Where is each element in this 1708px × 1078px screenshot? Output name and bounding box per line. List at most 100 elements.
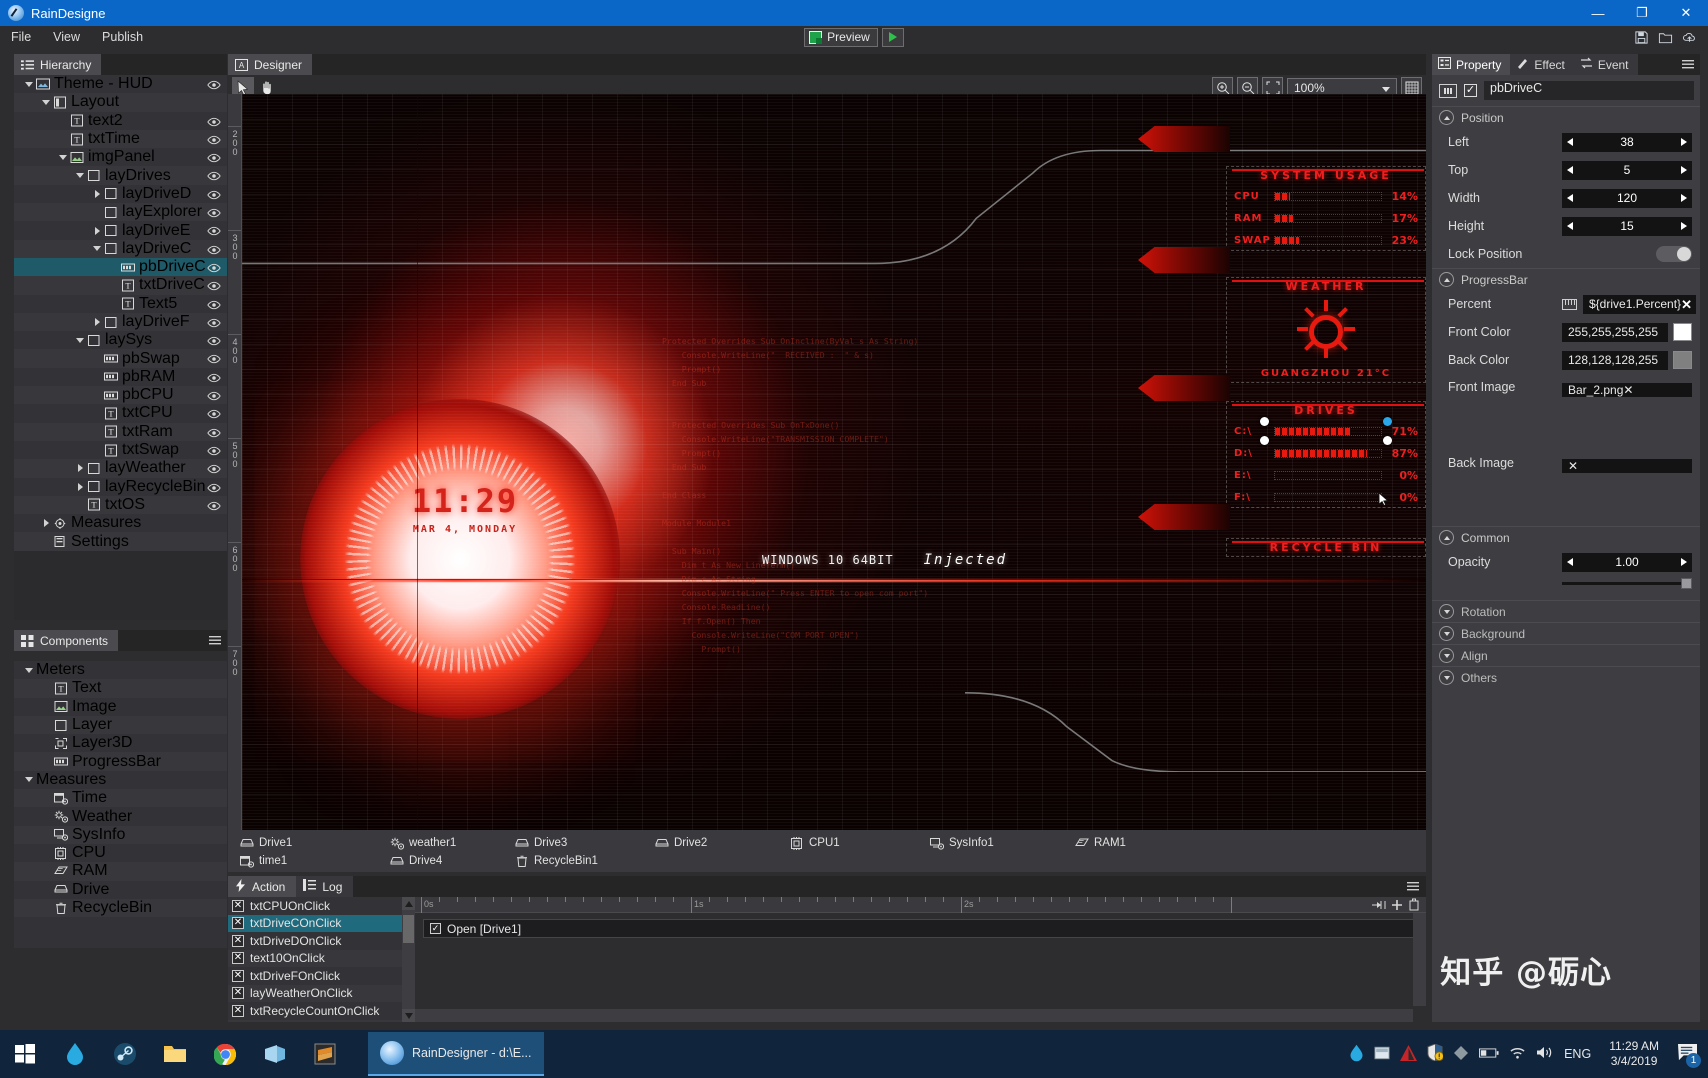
event-list-item[interactable]: ✕txtDriveDOnClick [228,932,402,950]
width-stepper[interactable]: 120 [1562,189,1692,208]
windows-start-icon[interactable] [0,1030,50,1078]
security-warning-icon[interactable] [1427,1044,1443,1064]
hierarchy-item-pbswap[interactable]: pbSwap [14,349,227,367]
hierarchy-item-laydrivec[interactable]: layDriveC [14,240,227,258]
timeline-panel[interactable]: 0s1s2s ✓ Open [Drive1] [415,897,1426,1022]
menu-view[interactable]: View [42,26,91,48]
event-list[interactable]: ✕txtCPUOnClick✕txtDriveCOnClick✕txtDrive… [228,897,402,1022]
width-increment-icon[interactable] [1681,194,1687,202]
close-button[interactable]: ✕ [1664,0,1708,26]
event-enabled-checkbox[interactable]: ✕ [232,970,244,982]
scroll-down-arrow-icon[interactable] [402,1009,415,1022]
twisty-expanded-icon[interactable] [25,777,33,782]
visibility-eye-icon[interactable] [207,224,221,236]
menu-publish[interactable]: Publish [91,26,154,48]
left-increment-icon[interactable] [1681,138,1687,146]
height-stepper[interactable]: 15 [1562,217,1692,236]
components-menu-hamburger-icon[interactable] [208,633,222,647]
component-item-recyclebin[interactable]: RecycleBin [14,899,227,917]
chrome-icon[interactable] [200,1030,250,1078]
visibility-eye-icon[interactable] [207,169,221,181]
diamond-icon[interactable] [1453,1045,1469,1064]
component-item-layer3d[interactable]: Layer3D [14,734,227,752]
taskbar-clock[interactable]: 11:29 AM 3/4/2019 [1601,1039,1667,1069]
section-header-rotation[interactable]: Rotation [1432,600,1700,622]
property-menu-hamburger-icon[interactable] [1681,57,1695,71]
components-group-meters[interactable]: Meters [14,661,227,679]
visibility-eye-icon[interactable] [207,407,221,419]
twisty-expanded-icon[interactable] [25,668,33,673]
measure-instance-recyclebin1[interactable]: RecycleBin1 [515,855,598,867]
rainmeter-tray-icon[interactable] [1349,1044,1364,1065]
measure-instance-drive1[interactable]: Drive1 [240,837,292,849]
visibility-eye-icon[interactable] [207,115,221,127]
element-name-input[interactable]: pbDriveC [1484,81,1694,100]
visibility-eye-icon[interactable] [207,426,221,438]
front-color-swatch[interactable] [1673,323,1692,341]
top-stepper[interactable]: 5 [1562,161,1692,180]
event-list-item[interactable]: ✕text10OnClick [228,950,402,968]
height-increment-icon[interactable] [1681,222,1687,230]
visibility-eye-icon[interactable] [207,279,221,291]
store-icon[interactable] [250,1030,300,1078]
event-enabled-checkbox[interactable]: ✕ [232,952,244,964]
component-item-sysinfo[interactable]: SysInfo [14,826,227,844]
visibility-eye-icon[interactable] [207,243,221,255]
timeline-track-checkbox[interactable]: ✓ [430,923,441,934]
event-list-scroll-thumb[interactable] [403,915,414,943]
sublime-icon[interactable] [300,1030,350,1078]
hierarchy-item-laydrives[interactable]: layDrives [14,166,227,184]
twisty-expanded-icon[interactable] [76,338,84,343]
front-image-file-input[interactable]: Bar_2.png ✕ [1562,383,1692,397]
timeline-vertical-scrollbar[interactable] [1413,913,1426,1006]
component-item-time[interactable]: Time [14,789,227,807]
tab-designer[interactable]: A Designer [228,54,312,75]
action-menu-hamburger-icon[interactable] [1406,879,1420,893]
tab-property[interactable]: Property [1432,54,1510,75]
measure-instance-weather1[interactable]: weather1 [390,837,456,849]
back-color-swatch[interactable] [1673,351,1692,369]
wifi-icon[interactable] [1509,1046,1526,1063]
measure-instance-sysinfo1[interactable]: SysInfo1 [930,837,994,849]
twisty-expanded-icon[interactable] [59,155,67,160]
event-list-item[interactable]: ✕txtRecycleCountOnClick [228,1002,402,1020]
battery-icon[interactable] [1479,1047,1499,1062]
hierarchy-item-pbram[interactable]: pbRAM [14,368,227,386]
hierarchy-item-layout[interactable]: Layout [14,93,227,111]
visibility-eye-icon[interactable] [207,316,221,328]
element-visible-checkbox[interactable]: ✓ [1464,84,1477,97]
percent-clear-icon[interactable]: ✕ [1681,298,1692,311]
component-item-ram[interactable]: RAM [14,862,227,880]
steam-icon[interactable] [100,1030,150,1078]
components-list[interactable]: MetersTTextImageLayerLayer3DProgressBarM… [14,661,227,948]
avast-icon[interactable] [1400,1045,1417,1064]
design-canvas[interactable]: Protected Overrides Sub OnIncline(ByVal … [242,94,1426,844]
hierarchy-item-measures[interactable]: Measures [14,514,227,532]
event-list-item[interactable]: ✕layWeatherOnClick [228,985,402,1003]
twisty-expanded-icon[interactable] [76,173,84,178]
measure-instance-drive3[interactable]: Drive3 [515,837,567,849]
hierarchy-item-txtcpu[interactable]: TtxtCPU [14,404,227,422]
components-group-measures[interactable]: Measures [14,771,227,789]
measure-instance-ram1[interactable]: RAM1 [1075,837,1126,849]
visibility-eye-icon[interactable] [207,334,221,346]
component-item-text[interactable]: TText [14,679,227,697]
component-item-weather[interactable]: Weather [14,807,227,825]
event-enabled-checkbox[interactable]: ✕ [232,917,244,929]
visibility-eye-icon[interactable] [207,352,221,364]
twisty-collapsed-icon[interactable] [78,464,83,472]
visibility-eye-icon[interactable] [207,188,221,200]
add-icon[interactable] [1391,898,1403,916]
save-icon[interactable] [1630,27,1652,47]
component-item-progressbar[interactable]: ProgressBar [14,752,227,770]
event-list-item[interactable]: ✕txtCPUOnClick [228,897,402,915]
hierarchy-item-txtswap[interactable]: TtxtSwap [14,441,227,459]
lock-position-toggle[interactable] [1656,246,1692,262]
back-image-file-input[interactable]: ✕ [1562,459,1692,473]
twisty-collapsed-icon[interactable] [95,190,100,198]
selection-handle[interactable] [1260,417,1269,426]
keyboard-icon[interactable] [1374,1046,1390,1063]
event-list-item[interactable]: ✕txtTimeOnClick [228,1020,402,1023]
hierarchy-item-text2[interactable]: Ttext2 [14,112,227,130]
visibility-eye-icon[interactable] [207,78,221,90]
